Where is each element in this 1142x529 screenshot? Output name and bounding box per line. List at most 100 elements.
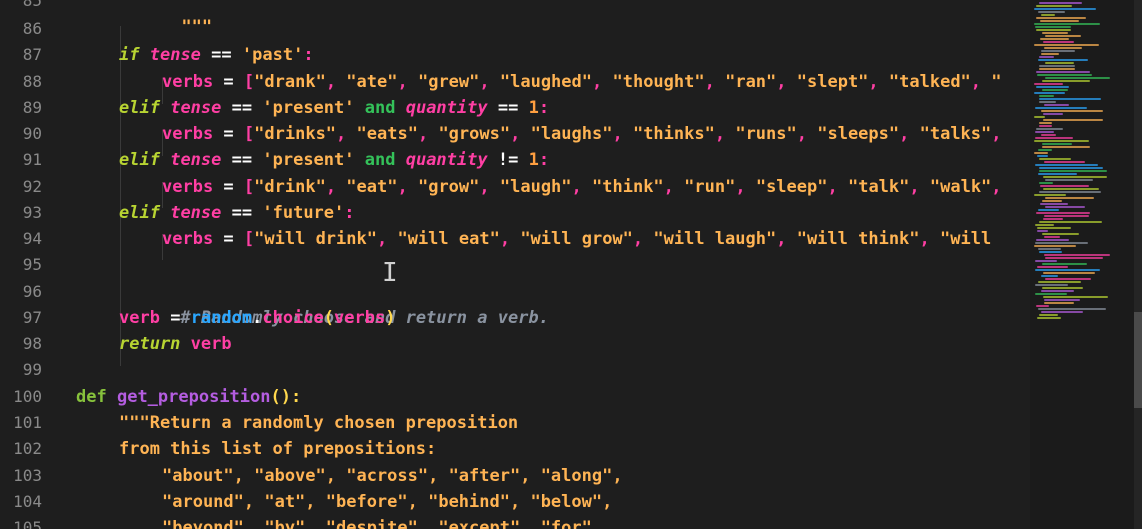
string: "laugh" <box>499 177 572 197</box>
docstring-text: """Return a randomly chosen preposition <box>119 413 519 433</box>
variable: verbs <box>162 124 214 144</box>
paren-open: ( <box>323 308 335 328</box>
comma: , <box>970 72 992 92</box>
string: "slept" <box>796 72 869 92</box>
code-line-98: return verb <box>119 331 232 357</box>
minimap-line <box>1039 2 1082 4</box>
minimap-line <box>1036 5 1072 7</box>
line-number: 85 <box>22 0 42 10</box>
comma: , <box>325 177 347 197</box>
minimap-line <box>1041 14 1055 16</box>
minimap-line <box>1034 8 1096 10</box>
line-number: 92 <box>22 177 42 196</box>
minimap-line <box>1043 41 1074 43</box>
string: " <box>991 72 1002 92</box>
minimap-line <box>1044 302 1074 304</box>
minimap-line <box>1039 56 1054 58</box>
minimap-line <box>1035 269 1100 271</box>
minimap[interactable] <box>1030 0 1142 529</box>
string: "will eat" <box>397 229 500 249</box>
code-editor[interactable]: 85 86 87 88 89 90 91 92 93 94 95 96 97 98 99 100 101 102 1… <box>0 0 1142 529</box>
vertical-scrollbar[interactable] <box>1134 0 1142 529</box>
line-number: 87 <box>22 45 42 64</box>
variable: verbs <box>162 177 214 197</box>
variable: verb <box>119 308 160 328</box>
comma: , <box>827 177 848 197</box>
variable: tense <box>170 98 222 118</box>
line-number: 100 <box>13 387 42 406</box>
minimap-line <box>1041 134 1056 136</box>
line-number: 89 <box>22 98 42 117</box>
minimap-line <box>1042 32 1068 34</box>
minimap-line <box>1037 74 1092 76</box>
keyword: elif <box>119 203 160 223</box>
minimap-line <box>1043 176 1107 178</box>
minimap-line <box>1038 308 1106 310</box>
minimap-line <box>1039 65 1075 67</box>
code-line-88: verbs = ["drank", "ate", "grew", "laughe… <box>162 69 1002 95</box>
operator: == <box>231 98 253 118</box>
code-line-89: elif tense == 'present' and quantity == … <box>119 95 549 121</box>
string: 'present' <box>262 150 355 170</box>
minimap-line <box>1040 38 1069 40</box>
keyword: elif <box>119 150 160 170</box>
minimap-line <box>1034 92 1065 94</box>
line-number: 88 <box>22 72 42 91</box>
comma: , <box>376 229 398 249</box>
comma: , <box>776 229 797 249</box>
minimap-line <box>1034 245 1076 247</box>
minimap-line <box>1039 98 1101 100</box>
minimap-line <box>1037 155 1048 157</box>
keyword: if <box>119 45 140 65</box>
minimap-line <box>1039 167 1103 169</box>
dot: . <box>252 308 263 328</box>
comma: , <box>632 229 654 249</box>
string: "talks" <box>919 124 992 144</box>
minimap-line <box>1045 179 1093 181</box>
minimap-line <box>1037 230 1048 232</box>
string: "think" <box>592 177 664 197</box>
docstring-text: from this list of prepositions: <box>119 439 437 459</box>
minimap-line <box>1045 257 1103 259</box>
line-number: 94 <box>22 229 42 248</box>
text-cursor-icon: I <box>382 258 398 288</box>
minimap-line <box>1041 275 1058 277</box>
minimap-line <box>1044 161 1085 163</box>
minimap-line <box>1039 125 1052 127</box>
logical-operator: and <box>364 150 396 170</box>
string: "thought" <box>612 72 705 92</box>
string: "run" <box>684 177 736 197</box>
string: "walk" <box>929 177 992 197</box>
keyword: return <box>119 334 181 354</box>
minimap-line <box>1045 77 1110 79</box>
string: "eat" <box>346 177 398 197</box>
comma: , <box>592 72 613 92</box>
line-number: 101 <box>13 413 42 432</box>
minimap-line <box>1039 170 1107 172</box>
line-number: 90 <box>22 124 42 143</box>
string: "laughed" <box>499 72 592 92</box>
operator: == <box>231 150 253 170</box>
minimap-line <box>1036 239 1069 241</box>
code-line-100: def get_preposition(): <box>76 384 301 410</box>
string: "grew" <box>417 72 480 92</box>
code-line-93: elif tense == 'future': <box>119 200 355 226</box>
line-number: 91 <box>22 150 42 169</box>
minimap-line <box>1038 149 1052 151</box>
comma: , <box>909 177 930 197</box>
docstring-text: "around", "at", "before", "behind", "bel… <box>162 492 613 512</box>
minimap-line <box>1041 50 1075 52</box>
operator: == <box>231 203 253 223</box>
comma: , <box>919 229 941 249</box>
string: 'present' <box>262 98 355 118</box>
minimap-line <box>1036 86 1069 88</box>
code-area[interactable]: """ if tense == 'past': verbs = ["drank"… <box>76 0 1021 529</box>
minimap-line <box>1039 251 1062 253</box>
operator: = <box>213 72 244 92</box>
line-number: 104 <box>13 492 42 511</box>
minimap-line <box>1040 185 1089 187</box>
minimap-line <box>1038 11 1065 13</box>
minimap-line <box>1042 143 1072 145</box>
minimap-line <box>1042 263 1087 265</box>
scrollbar-thumb[interactable] <box>1134 312 1142 408</box>
